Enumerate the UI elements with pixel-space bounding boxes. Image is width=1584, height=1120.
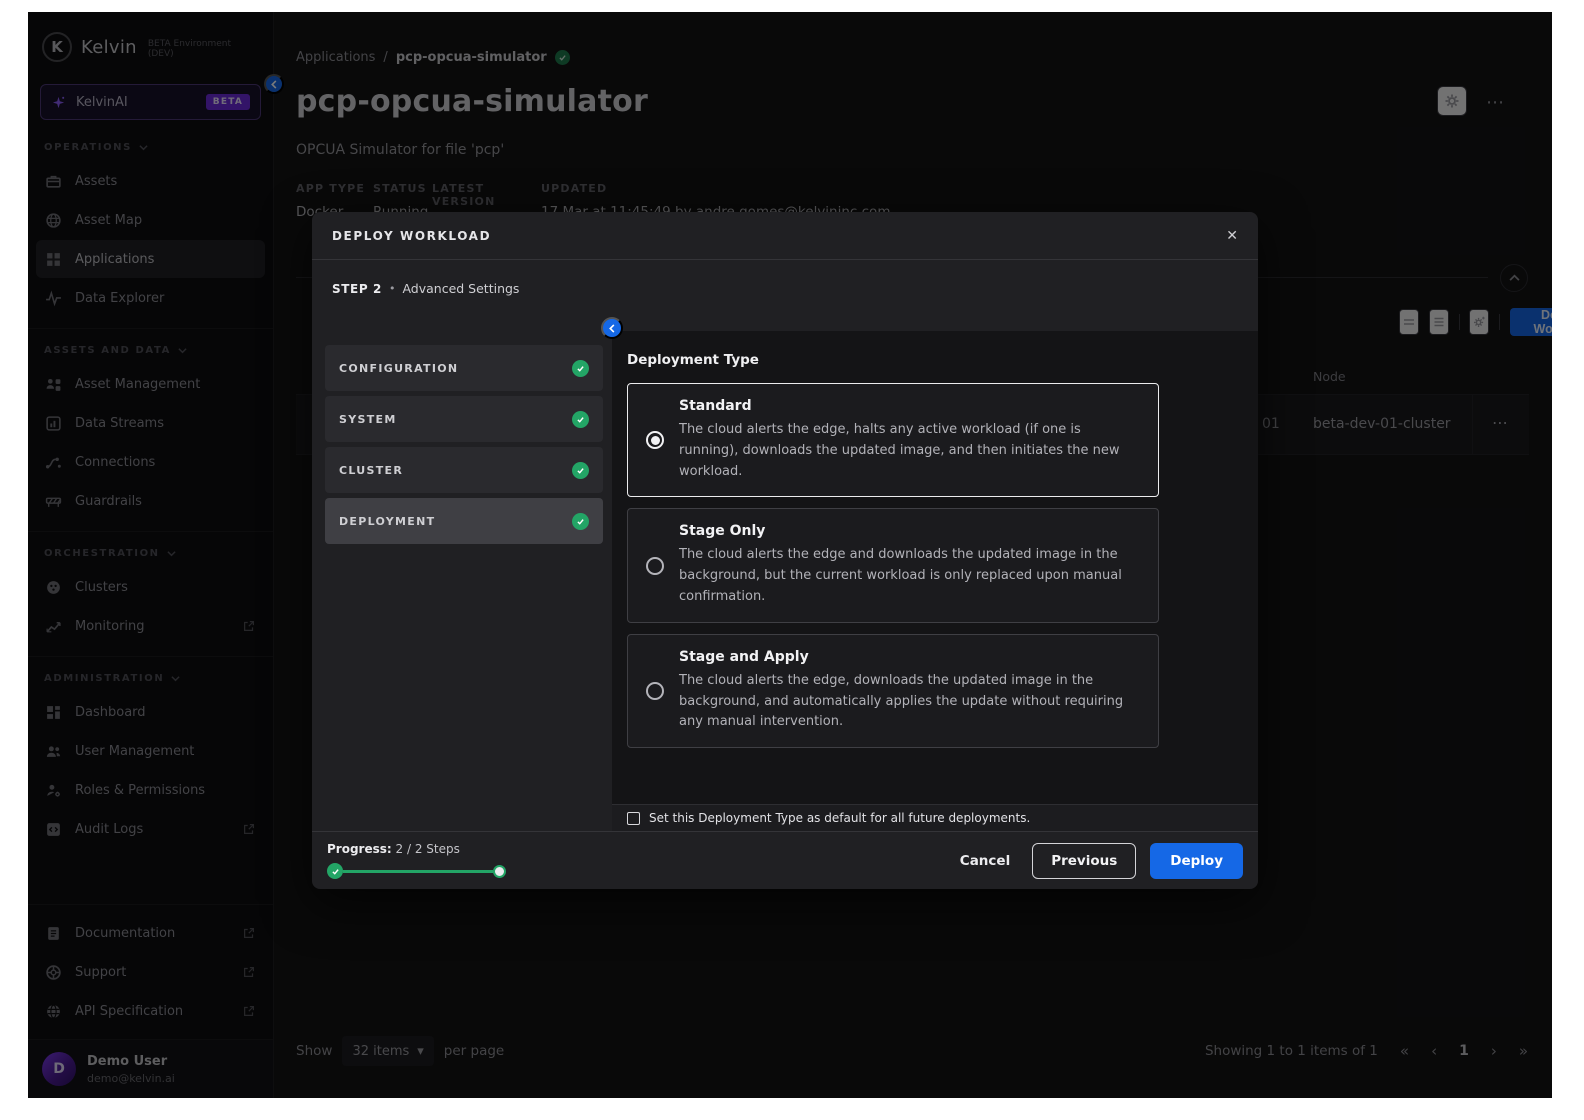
check-icon <box>572 411 589 428</box>
option-stage-only[interactable]: Stage Only The cloud alerts the edge and… <box>627 508 1159 622</box>
progress-end-dot <box>493 865 506 878</box>
step-configuration[interactable]: CONFIGURATION <box>325 345 603 391</box>
modal-actions: Cancel Previous Deploy <box>952 843 1243 879</box>
default-checkbox-label: Set this Deployment Type as default for … <box>649 811 1030 825</box>
progress-line <box>343 870 493 873</box>
previous-button[interactable]: Previous <box>1032 843 1136 879</box>
progress-block: Progress: 2 / 2 Steps <box>327 842 537 879</box>
step-deployment[interactable]: DEPLOYMENT <box>325 498 603 544</box>
deployment-type-panel: Deployment Type Standard The cloud alert… <box>612 331 1258 831</box>
option-title: Stage Only <box>679 523 1140 539</box>
option-description: The cloud alerts the edge, downloads the… <box>679 671 1140 733</box>
deploy-workload-modal: DEPLOY WORKLOAD ✕ STEP 2 • Advanced Sett… <box>312 212 1258 889</box>
radio-icon[interactable] <box>646 557 664 575</box>
step-system[interactable]: SYSTEM <box>325 396 603 442</box>
modal-footer: Progress: 2 / 2 Steps Cancel Previous De… <box>312 831 1258 889</box>
check-icon <box>572 462 589 479</box>
radio-icon[interactable] <box>646 682 664 700</box>
collapse-steps-button[interactable] <box>601 317 623 339</box>
step-name: Advanced Settings <box>402 281 519 296</box>
option-title: Stage and Apply <box>679 649 1140 665</box>
deploy-button[interactable]: Deploy <box>1150 843 1243 879</box>
option-description: The cloud alerts the edge, halts any act… <box>679 420 1140 482</box>
progress-start-check-icon <box>327 863 343 879</box>
option-title: Standard <box>679 398 1140 414</box>
step-indicator: STEP 2 • Advanced Settings <box>312 260 1258 296</box>
progress-value: 2 / 2 Steps <box>396 842 460 856</box>
option-description: The cloud alerts the edge and downloads … <box>679 545 1140 607</box>
modal-title: DEPLOY WORKLOAD <box>332 229 491 243</box>
cancel-button[interactable]: Cancel <box>952 853 1018 869</box>
panel-title: Deployment Type <box>627 352 1243 368</box>
option-stage-and-apply[interactable]: Stage and Apply The cloud alerts the edg… <box>627 634 1159 748</box>
modal-header: DEPLOY WORKLOAD ✕ <box>312 212 1258 260</box>
progress-text: Progress: 2 / 2 Steps <box>327 842 537 856</box>
app-window: K Kelvin BETA Environment (DEV) KelvinAI… <box>28 12 1552 1098</box>
page: K Kelvin BETA Environment (DEV) KelvinAI… <box>0 0 1584 1120</box>
bullet-separator: • <box>389 282 396 295</box>
progress-label: Progress: <box>327 842 392 856</box>
default-checkbox[interactable] <box>627 812 640 825</box>
step-number: STEP 2 <box>332 282 382 296</box>
deployment-options: Standard The cloud alerts the edge, halt… <box>627 383 1159 748</box>
step-cluster[interactable]: CLUSTER <box>325 447 603 493</box>
set-default-row[interactable]: Set this Deployment Type as default for … <box>612 804 1258 831</box>
progress-bar <box>327 863 537 879</box>
chevron-left-icon <box>608 324 617 333</box>
check-icon <box>572 513 589 530</box>
close-icon[interactable]: ✕ <box>1226 228 1238 244</box>
option-standard[interactable]: Standard The cloud alerts the edge, halt… <box>627 383 1159 497</box>
wizard-steps: CONFIGURATION SYSTEM CLUSTER DEPLOYMENT <box>325 345 603 544</box>
check-icon <box>572 360 589 377</box>
radio-selected-icon[interactable] <box>646 431 664 449</box>
